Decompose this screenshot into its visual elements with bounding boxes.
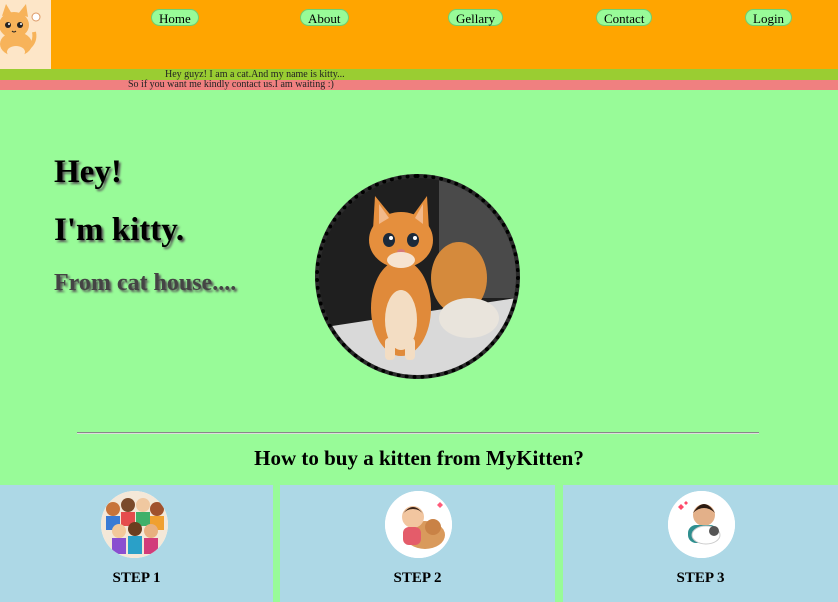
step-card-2: STEP 2 [280,485,555,602]
nav-login[interactable]: Login [745,9,793,26]
nav-contact[interactable]: Contact [596,9,653,26]
hero-origin: From cat house.... [54,270,237,296]
marquee-text-2: So if you want me kindly contact us.I am… [128,79,334,90]
hero-name: I'm kitty. [54,212,185,248]
nav-home[interactable]: Home [151,9,199,26]
hero-greeting: Hey! [54,154,122,190]
step-2-label: STEP 2 [393,570,442,586]
nav-gallery[interactable]: Gellary [448,9,503,26]
person-with-dog-icon [385,491,452,558]
marquee-bar-2: So if you want me kindly contact us.I am… [0,80,838,90]
people-crowd-icon [101,491,168,558]
kitten-photo [315,174,520,379]
header: Home About Gellary Contact Login [0,0,838,69]
step-3-label: STEP 3 [676,570,725,586]
section-divider [77,432,759,434]
step-card-1: STEP 1 [0,485,273,602]
section-title: How to buy a kitten from MyKitten? [254,446,584,470]
marquee-bar-1: Hey guyz! I am a cat.And my name is kitt… [0,69,838,80]
person-hugging-cat-icon [668,491,735,558]
step-card-3: STEP 3 [563,485,838,602]
nav-about[interactable]: About [300,9,349,26]
step-1-label: STEP 1 [112,570,161,586]
cat-logo-icon[interactable] [0,0,51,69]
